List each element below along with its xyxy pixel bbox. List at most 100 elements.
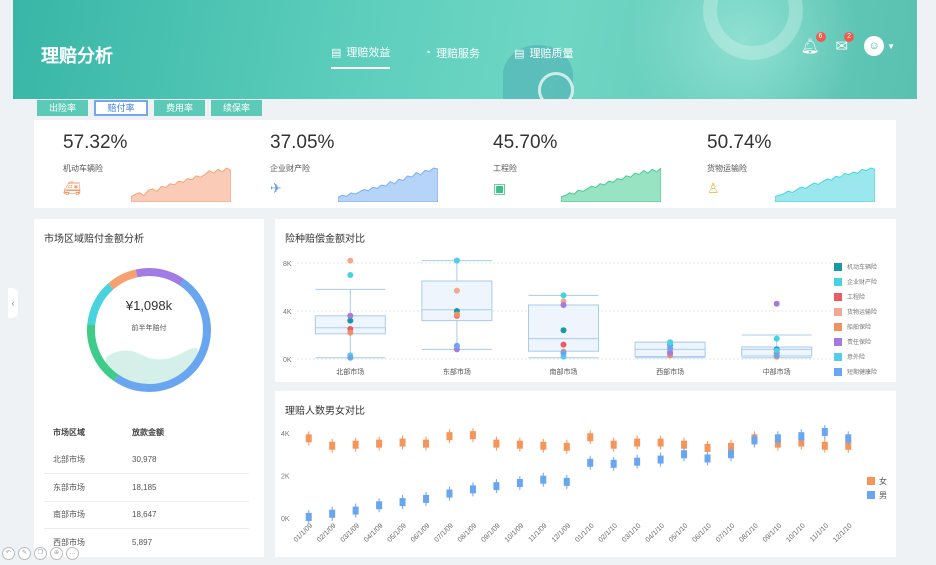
x-tick-label: 东部市场 <box>443 367 471 376</box>
data-marker <box>540 441 547 450</box>
kpi-label: 工程险 <box>493 164 517 173</box>
zoom-icon[interactable]: ⊕ <box>50 547 63 560</box>
nav-label: 理赔质量 <box>529 48 574 60</box>
data-marker <box>399 498 406 507</box>
legend-item[interactable]: 货物运输险 <box>834 304 877 319</box>
data-marker <box>751 436 758 445</box>
legend-item[interactable]: 工程险 <box>834 289 877 304</box>
legend-item[interactable]: 船舶保险 <box>834 319 877 334</box>
tab-incident-rate[interactable]: 出险率 <box>37 100 88 116</box>
tab-renewal-rate[interactable]: 续保率 <box>211 100 262 116</box>
donut-segment <box>135 268 185 286</box>
kpi-cargo: 50.74% 货物运输险 ♙ <box>707 132 875 202</box>
data-point <box>773 352 780 359</box>
legend-label: 女 <box>879 476 887 486</box>
donut-segment <box>108 269 138 290</box>
data-point <box>453 287 460 294</box>
data-marker <box>469 431 476 440</box>
kpi-motor: 57.32% 机动车辆险 🚑︎ <box>63 132 231 202</box>
nav-label: 理赔效益 <box>346 47 391 59</box>
data-marker <box>493 482 500 491</box>
header-banner: 理赔分析 ▤ 理赔效益 ◔ 理赔服务 ▤ 理赔质量 🔔︎ 6 ✉ 2 ☺ ▼ <box>13 0 917 99</box>
data-marker <box>305 434 312 443</box>
x-tick-label: 12/1/09 <box>551 522 573 544</box>
data-point <box>560 292 567 299</box>
data-point <box>560 350 567 356</box>
legend-item[interactable]: 企业财产险 <box>834 274 877 289</box>
legend-label: 责任保险 <box>847 340 872 346</box>
legend-item[interactable]: 机动车辆险 <box>834 259 877 274</box>
data-point <box>347 257 354 264</box>
x-tick-label: 05/1/09 <box>387 522 409 544</box>
data-marker <box>352 506 359 515</box>
data-marker <box>446 489 453 498</box>
data-marker <box>845 434 852 443</box>
sparkline <box>338 167 438 202</box>
legend-label: 企业财产险 <box>847 280 878 286</box>
car-icon: 🚑︎ <box>63 180 81 196</box>
tab-payout-rate[interactable]: 赔付率 <box>94 100 148 116</box>
x-tick-label: 03/1/10 <box>621 522 643 544</box>
sparkline <box>561 167 661 202</box>
legend-swatch <box>834 277 842 286</box>
nav-claim-quality[interactable]: ▤ 理赔质量 <box>514 44 573 69</box>
data-point <box>453 257 460 264</box>
document-icon: ▤ <box>331 46 342 59</box>
legend-swatch <box>834 307 842 316</box>
legend-swatch <box>834 262 842 271</box>
sparkline <box>775 167 875 202</box>
x-tick-label: 02/1/10 <box>598 522 620 544</box>
table-row: 南部市场 18,647 <box>44 502 249 529</box>
data-marker <box>704 454 711 463</box>
kpi-value: 50.74% <box>707 132 772 153</box>
gender-panel: 理赔人数男女对比 0K 2K 4K 01/1/09 02/1/09 03/1/09 04/1… <box>275 391 896 557</box>
x-tick-label: 09/1/09 <box>480 522 502 544</box>
x-tick-label: 08/1/10 <box>738 522 760 544</box>
data-marker <box>540 475 547 484</box>
legend-item[interactable]: 责任保险 <box>834 334 877 349</box>
user-menu[interactable]: ☺ ▼ <box>864 36 895 56</box>
nav-claim-service[interactable]: ◔ 理赔服务 <box>424 44 480 69</box>
kpi-property: 37.05% 企业财产险 ✈ <box>270 132 438 202</box>
building-icon: ✈ <box>270 180 282 196</box>
x-tick-label: 06/1/10 <box>691 522 713 544</box>
nav-claim-benefit[interactable]: ▤ 理赔效益 <box>331 44 391 69</box>
x-tick-label: 07/1/10 <box>715 522 737 544</box>
x-tick-label: 06/1/09 <box>410 522 432 544</box>
bottom-toolbar: ↶ ✎ ❐ ⊕ … <box>2 547 79 560</box>
legend-label: 货物运输险 <box>847 310 878 316</box>
x-tick-label: 09/1/10 <box>762 522 784 544</box>
more-icon[interactable]: … <box>66 547 79 560</box>
data-marker <box>610 459 617 468</box>
data-marker <box>516 478 523 487</box>
bell-icon[interactable]: 🔔︎ 6 <box>800 32 826 55</box>
x-tick-label: 08/1/09 <box>457 522 479 544</box>
data-point <box>560 341 567 348</box>
data-marker <box>516 440 523 449</box>
cell-amount: 18,185 <box>132 482 157 492</box>
legend-swatch <box>834 337 842 346</box>
cell-amount: 30,978 <box>132 455 157 465</box>
legend-item[interactable]: 意外险 <box>834 349 877 364</box>
x-tick-label: 11/1/10 <box>809 522 830 543</box>
legend-label: 机动车辆险 <box>847 265 878 271</box>
data-point <box>560 302 567 308</box>
legend-label: 船舶保险 <box>847 325 872 331</box>
legend-item[interactable]: 短期健康险 <box>834 364 877 379</box>
rate-tabs: 出险率 赔付率 费用率 续保率 <box>37 100 262 116</box>
collapse-handle[interactable]: ‹ <box>8 288 18 318</box>
tab-expense-rate[interactable]: 费用率 <box>154 100 205 116</box>
mail-icon[interactable]: ✉ 2 <box>836 32 855 55</box>
data-marker <box>587 433 594 442</box>
x-tick-label: 中部市场 <box>763 367 791 376</box>
legend-label: 工程险 <box>847 295 866 301</box>
y-tick-label: 0K <box>283 357 292 364</box>
data-marker <box>469 485 476 494</box>
data-marker <box>634 457 641 466</box>
data-marker <box>563 442 570 451</box>
copy-icon[interactable]: ❐ <box>34 547 47 560</box>
kpi-label: 货物运输险 <box>707 164 747 173</box>
edit-icon[interactable]: ✎ <box>18 547 31 560</box>
data-point <box>453 342 460 349</box>
undo-icon[interactable]: ↶ <box>2 547 15 560</box>
